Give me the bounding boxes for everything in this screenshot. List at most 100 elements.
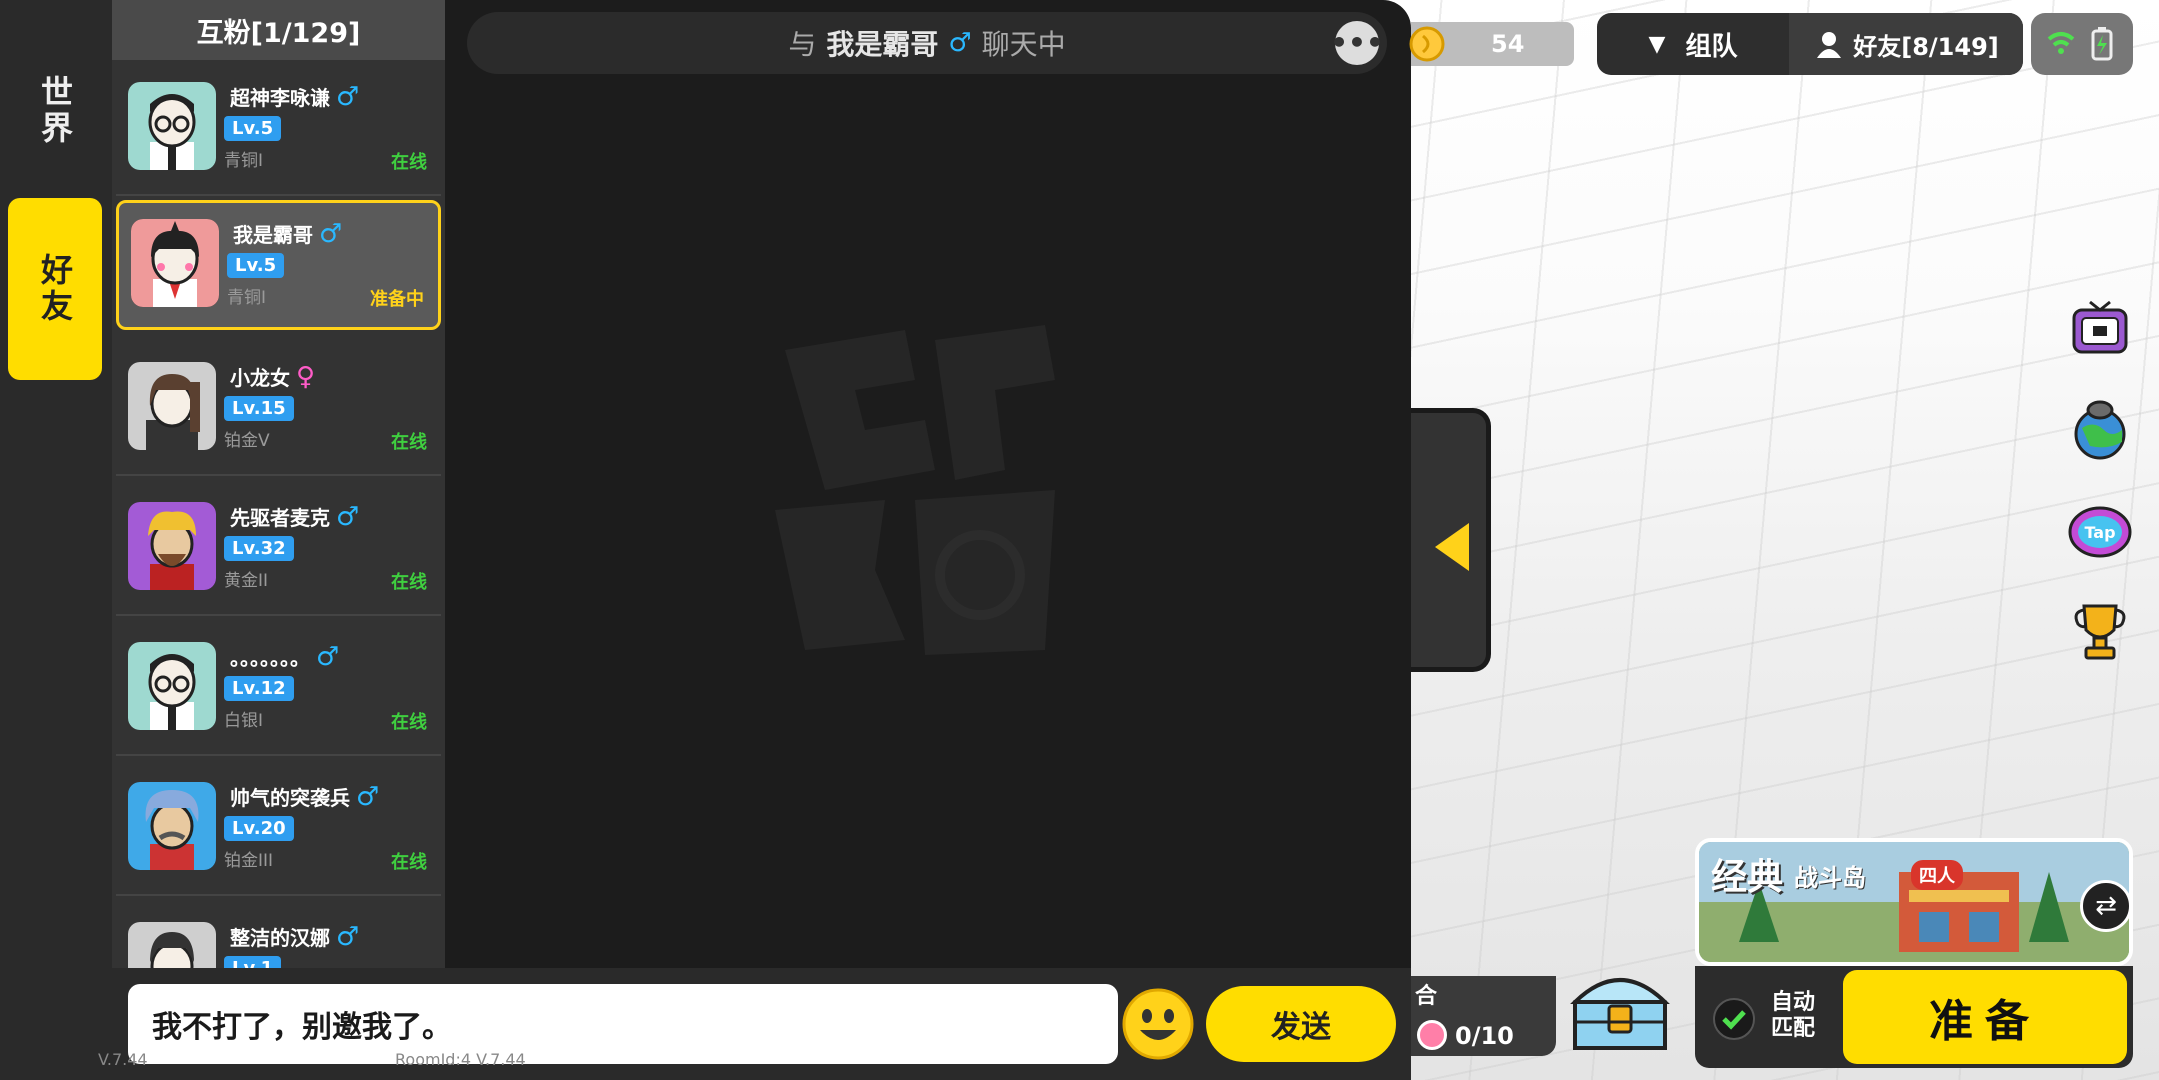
rank-label: 青铜I: [224, 151, 264, 171]
friends-label: 好友[8/149]: [1853, 32, 1999, 61]
team-bar: ▼ 组队 好友[8/149]: [1597, 13, 2023, 75]
friend-item[interactable]: 先驱者麦克 ♂ Lv.32 黄金II 在线: [116, 486, 441, 616]
avatar: [128, 82, 216, 170]
more-options-button[interactable]: •••: [1330, 21, 1384, 65]
ticket-label: 合: [1415, 984, 1438, 1009]
team-size-badge: 四人: [1911, 860, 1963, 890]
coin-counter: 54: [1409, 22, 1574, 66]
status-label: 在线: [391, 572, 427, 593]
ticket-counter: 合 0/10: [1411, 976, 1556, 1056]
rank-label: 铂金V: [224, 431, 270, 451]
friend-item[interactable]: 超神李咏谦 ♂ Lv.5 青铜I 在线: [116, 66, 441, 196]
male-icon: ♂: [319, 219, 343, 249]
friend-name: 帅气的突袭兵 ♂: [230, 782, 380, 812]
arrow-left-icon: [1435, 523, 1469, 571]
checkmark-icon: [1722, 1010, 1746, 1030]
wifi-icon: [2047, 32, 2075, 54]
avatar: [128, 642, 216, 730]
svg-text:Tap: Tap: [2084, 523, 2115, 542]
friend-item[interactable]: 整洁的汉娜♂ Lv.1: [116, 906, 441, 968]
tv-icon[interactable]: [2068, 298, 2132, 362]
emoji-icon[interactable]: [1120, 986, 1196, 1062]
map-name: 战斗岛: [1794, 864, 1866, 892]
triangle-down-icon: ▼: [1648, 31, 1666, 57]
level-badge: Lv.5: [227, 253, 285, 278]
switch-mode-icon[interactable]: ⇄: [2080, 880, 2132, 932]
rank-label: 铂金III: [224, 851, 274, 871]
version-label: V.7.44: [98, 1050, 148, 1069]
chat-channel-tabs: 世界 好友: [0, 0, 112, 1080]
level-badge: Lv.20: [224, 816, 294, 841]
mode-title: 经典: [1711, 857, 1784, 898]
friend-name: 超神李咏谦 ♂: [230, 82, 360, 112]
send-button[interactable]: 发送: [1206, 986, 1396, 1062]
room-id-label: RoomId:4 V.7.44: [395, 1050, 526, 1069]
female-icon: ♀: [296, 362, 316, 392]
chat-title-bar: 与 我是霸哥 ♂ 聊天中 •••: [467, 12, 1387, 74]
auto-match-checkbox[interactable]: [1713, 998, 1755, 1040]
male-icon: ♂: [336, 502, 360, 532]
male-icon: ♂: [336, 922, 360, 952]
level-badge: Lv.12: [224, 676, 294, 701]
game-lobby-screen: 世界 好友 互粉[1/129] 超神李咏谦 ♂ Lv.5 青铜I 在线 我是霸哥 ♂…: [0, 0, 2159, 1080]
collapse-chat-handle[interactable]: [1411, 408, 1491, 672]
status-label: 在线: [391, 852, 427, 873]
status-label: 准备中: [370, 289, 424, 310]
tab-world[interactable]: 世界: [8, 20, 102, 202]
friend-name: 我是霸哥 ♂: [233, 219, 343, 249]
treasure-chest-icon[interactable]: [1565, 952, 1675, 1062]
male-icon: ♂: [948, 28, 972, 58]
friend-item[interactable]: 小龙女 ♀ Lv.15 铂金V 在线: [116, 346, 441, 476]
friend-name: 先驱者麦克 ♂: [230, 502, 360, 532]
message-input[interactable]: 我不打了，别邀我了。: [128, 984, 1118, 1064]
status-label: 在线: [391, 432, 427, 453]
friend-name: 小龙女 ♀: [230, 362, 316, 392]
chat-title-prefix: 与: [788, 28, 817, 61]
avatar: [128, 362, 216, 450]
game-logo-watermark: [775, 325, 1055, 655]
match-controls: 自动匹配 准备: [1695, 966, 2133, 1068]
avatar: [128, 782, 216, 870]
male-icon: ♂: [316, 642, 340, 672]
friend-icon: [1817, 32, 1842, 58]
friend-list-header: 互粉[1/129]: [112, 0, 445, 60]
friend-list-panel: 互粉[1/129] 超神李咏谦 ♂ Lv.5 青铜I 在线 我是霸哥 ♂ Lv.5 …: [112, 0, 445, 968]
level-badge: Lv.15: [224, 396, 294, 421]
chat-input-bar: 我不打了，别邀我了。 发送: [112, 968, 1411, 1080]
team-button[interactable]: ▼ 组队: [1597, 13, 1789, 75]
rank-label: 青铜I: [227, 288, 267, 308]
team-label: 组队: [1685, 31, 1738, 62]
chat-partner-name: 我是霸哥: [826, 28, 939, 61]
avatar: [128, 502, 216, 590]
status-label: 在线: [391, 712, 427, 733]
rank-label: 白银I: [224, 711, 264, 731]
friends-button[interactable]: 好友[8/149]: [1789, 13, 2023, 75]
game-mode-card[interactable]: 经典 战斗岛 四人: [1695, 838, 2133, 966]
donut-icon: [1417, 1020, 1447, 1050]
ready-button[interactable]: 准备: [1843, 970, 2127, 1064]
tap-icon[interactable]: Tap: [2068, 498, 2132, 562]
avatar: [131, 219, 219, 307]
avatar: [128, 922, 216, 968]
device-status: [2031, 13, 2133, 75]
friend-item-selected[interactable]: 我是霸哥 ♂ Lv.5 青铜I 准备中: [116, 200, 441, 330]
friend-item[interactable]: 帅气的突袭兵 ♂ Lv.20 铂金III 在线: [116, 766, 441, 896]
rank-label: 黄金II: [224, 571, 269, 591]
male-icon: ♂: [356, 782, 380, 812]
level-badge: Lv.32: [224, 536, 294, 561]
ticket-count: 0/10: [1455, 1022, 1514, 1050]
friend-item[interactable]: 。。。。。。。 ♂ Lv.12 白银I 在线: [116, 626, 441, 756]
status-label: 在线: [391, 152, 427, 173]
auto-match-label: 自动匹配: [1771, 990, 1816, 1041]
chat-panel: 与 我是霸哥 ♂ 聊天中 •••: [445, 0, 1411, 968]
trophy-icon[interactable]: [2068, 600, 2132, 664]
male-icon: ♂: [336, 82, 360, 112]
chat-title-suffix: 聊天中: [981, 28, 1066, 61]
friend-name: 。。。。。。。 ♂: [230, 642, 340, 672]
planet-icon[interactable]: [2068, 398, 2132, 462]
friend-name: 整洁的汉娜 ♂: [230, 922, 360, 952]
tab-friends[interactable]: 好友: [8, 198, 102, 380]
coin-value: 54: [1491, 30, 1525, 58]
level-badge: Lv.5: [224, 116, 282, 141]
coin-icon: [1409, 26, 1445, 62]
